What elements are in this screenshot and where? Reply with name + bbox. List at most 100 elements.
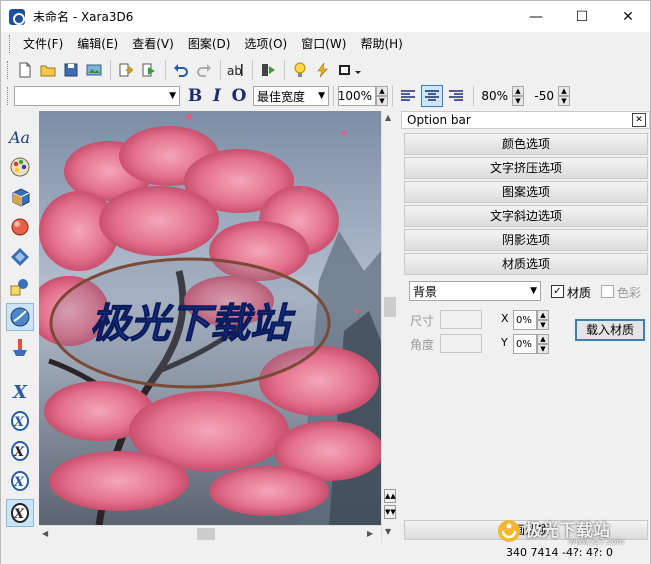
menu-file[interactable]: 文件(F) <box>16 33 70 55</box>
section-extrude-options[interactable]: 文字挤压选项 <box>404 157 648 179</box>
texture-target-select[interactable]: 背景 ▼ <box>409 281 541 301</box>
align-left-button[interactable] <box>397 85 419 107</box>
3d-text[interactable]: 极光下载站 <box>90 301 297 348</box>
section-texture-options[interactable]: 材质选项 <box>404 253 648 275</box>
shadow-tool-icon[interactable] <box>6 273 34 301</box>
rotate-x-tool-icon[interactable]: X <box>6 377 34 405</box>
page-down-icon[interactable]: ▼▼ <box>384 505 396 519</box>
toolbar-separator <box>473 86 474 106</box>
x-offset-updown[interactable]: ▲ ▼ <box>537 310 549 330</box>
font-select[interactable]: ▼ <box>14 86 180 106</box>
y-offset-updown[interactable]: ▲ ▼ <box>537 334 549 354</box>
up-arrow-icon[interactable]: ▲ <box>512 86 524 96</box>
italic-button[interactable]: I <box>206 85 228 107</box>
free-rotate-tool-icon[interactable]: X <box>6 499 34 527</box>
bevel-tool-icon[interactable] <box>6 243 34 271</box>
up-arrow-icon[interactable]: ▲ <box>376 86 388 96</box>
section-shadow-options[interactable]: 阴影选项 <box>404 229 648 251</box>
down-arrow-icon[interactable]: ▼ <box>376 96 388 106</box>
load-texture-button[interactable]: 载入材质 <box>575 319 645 341</box>
scroll-left-icon[interactable]: ◀ <box>42 529 48 538</box>
redo-icon[interactable] <box>193 59 215 81</box>
section-bevel-options[interactable]: 文字斜边选项 <box>404 205 648 227</box>
down-arrow-icon[interactable]: ▼ <box>537 320 549 330</box>
scroll-right-icon[interactable]: ▶ <box>367 529 373 538</box>
export-image-icon[interactable] <box>83 59 105 81</box>
wrap-select[interactable]: 最佳宽度 ▼ <box>253 86 329 106</box>
spin-tool-icon[interactable]: X <box>6 467 34 495</box>
up-arrow-icon[interactable]: ▲ <box>537 310 549 320</box>
import-icon[interactable] <box>115 59 137 81</box>
section-color-options[interactable]: 颜色选项 <box>404 133 648 155</box>
save-icon[interactable] <box>60 59 82 81</box>
frame-style-icon[interactable] <box>335 59 365 81</box>
shape-sphere-tool-icon[interactable] <box>6 213 34 241</box>
rotate-z-tool-icon[interactable]: X <box>6 437 34 465</box>
up-arrow-icon[interactable]: ▲ <box>537 334 549 344</box>
line-spacing-spinner[interactable]: 80% ▲ ▼ <box>478 86 524 106</box>
x-offset-value[interactable]: 0% <box>513 310 537 330</box>
close-button[interactable]: ✕ <box>605 1 651 32</box>
char-spacing-spinner[interactable]: -50 ▲ ▼ <box>528 86 570 106</box>
scroll-thumb[interactable] <box>197 528 215 540</box>
section-design-options[interactable]: 图案选项 <box>404 181 648 203</box>
svg-text:Aa: Aa <box>8 128 30 147</box>
angle-input <box>440 334 482 353</box>
char-spacing-value[interactable]: -50 <box>528 86 558 106</box>
extrude-tool-icon[interactable] <box>6 183 34 211</box>
bold-button[interactable]: B <box>184 85 206 107</box>
line-spacing-value[interactable]: 80% <box>478 86 512 106</box>
texture-checkbox[interactable]: ✓ <box>551 285 564 298</box>
page-up-icon[interactable]: ▲▲ <box>384 489 396 503</box>
char-spacing-updown[interactable]: ▲ ▼ <box>558 86 570 106</box>
menu-design[interactable]: 图案(D) <box>181 33 238 55</box>
scroll-up-icon[interactable]: ▲ <box>385 113 391 122</box>
scroll-down-icon[interactable]: ▼ <box>385 527 391 536</box>
render-canvas[interactable]: 极光下载站 <box>39 111 381 525</box>
lighting-tool-icon[interactable] <box>6 333 34 361</box>
new-file-icon[interactable] <box>14 59 36 81</box>
x-label: X <box>501 312 509 325</box>
texture-tool-icon[interactable] <box>6 303 34 331</box>
light-bulb-icon[interactable] <box>289 59 311 81</box>
menu-help[interactable]: 帮助(H) <box>353 33 409 55</box>
up-arrow-icon[interactable]: ▲ <box>558 86 570 96</box>
scroll-thumb[interactable] <box>384 297 396 317</box>
down-arrow-icon[interactable]: ▼ <box>558 96 570 106</box>
align-center-button[interactable] <box>421 85 443 107</box>
open-folder-icon[interactable] <box>37 59 59 81</box>
edit-text-icon[interactable]: ab <box>225 59 247 81</box>
down-arrow-icon[interactable]: ▼ <box>512 96 524 106</box>
line-spacing-updown[interactable]: ▲ ▼ <box>512 86 524 106</box>
menu-options[interactable]: 选项(O) <box>237 33 294 55</box>
toolbar-separator <box>333 86 334 106</box>
zoom-value[interactable]: 100% <box>338 86 376 106</box>
undo-icon[interactable] <box>170 59 192 81</box>
color-checkbox[interactable] <box>601 285 614 298</box>
toolbar-separator <box>110 59 111 80</box>
x-offset-spinner[interactable]: 0% ▲ ▼ <box>513 310 549 330</box>
svg-text:X: X <box>13 445 25 460</box>
zoom-updown[interactable]: ▲ ▼ <box>376 86 388 106</box>
y-offset-spinner[interactable]: 0% ▲ ▼ <box>513 334 549 354</box>
menu-view[interactable]: 查看(V) <box>125 33 181 55</box>
down-arrow-icon[interactable]: ▼ <box>537 344 549 354</box>
option-bar-close-button[interactable]: ✕ <box>632 113 646 127</box>
text-style-tool-icon[interactable]: Aa <box>6 123 34 151</box>
outline-button[interactable]: O <box>228 85 250 107</box>
zoom-spinner[interactable]: 100% ▲ ▼ <box>338 86 388 106</box>
maximize-button[interactable]: ☐ <box>559 1 605 32</box>
align-right-button[interactable] <box>445 85 467 107</box>
render-icon[interactable] <box>138 59 160 81</box>
rotate-y-tool-icon[interactable]: X <box>6 407 34 435</box>
vertical-scrollbar[interactable]: ▲ ▲▲ ▼▼ ▼ <box>381 111 397 543</box>
section-animation-options[interactable]: 动画选项 <box>404 520 648 540</box>
animation-icon[interactable] <box>257 59 279 81</box>
menu-window[interactable]: 窗口(W) <box>294 33 353 55</box>
horizontal-scrollbar[interactable]: ◀ ▶ <box>39 525 381 543</box>
minimize-button[interactable]: — <box>513 1 559 32</box>
menu-edit[interactable]: 编辑(E) <box>70 33 125 55</box>
y-offset-value[interactable]: 0% <box>513 334 537 354</box>
lightning-icon[interactable] <box>312 59 334 81</box>
color-palette-tool-icon[interactable] <box>6 153 34 181</box>
